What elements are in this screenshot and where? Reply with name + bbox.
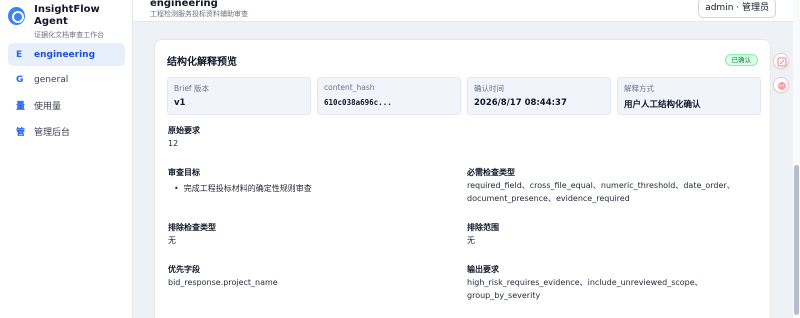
field-value: group_by_severity — [467, 291, 541, 300]
list-item: 完成工程投标材料的确定性规则审查 — [174, 183, 312, 195]
field-value: 无 — [467, 236, 475, 245]
sidebar-item-usage[interactable]: 量 使用量 — [8, 94, 125, 117]
interpretation-preview-card: 结构化解释预览 已确认 Brief 版本 v1 content_hash 610… — [154, 39, 771, 318]
sidebar-item-label: engineering — [34, 49, 96, 60]
sidebar-item-engineering[interactable]: E engineering — [8, 43, 125, 66]
field-value: 无 — [168, 236, 176, 245]
sidebar-item-admin[interactable]: 管 管理后台 — [8, 120, 125, 143]
field-output-requirements: 输出要求 high_risk_requires_evidence、include… — [467, 264, 703, 302]
nav-letter-icon: 量 — [16, 102, 26, 112]
field-label: 排除范围 — [467, 223, 499, 232]
status-badge: 已确认 — [724, 54, 758, 66]
review-goal-list: 完成工程投标材料的确定性规则审查 — [168, 183, 312, 195]
ai-assistant-icon — [778, 82, 786, 90]
field-value: bid_response.project_name — [168, 278, 278, 287]
brand-subtitle: 证据化文档审查工作台 — [34, 31, 105, 39]
meta-value: 2026/8/17 08:44:37 — [474, 98, 567, 108]
field-value: document_presence、evidence_required — [467, 194, 630, 203]
sidebar: InsightFlow Agent 证据化文档审查工作台 E engineeri… — [0, 0, 133, 318]
vertical-scrollbar[interactable] — [793, 0, 800, 318]
field-label: 原始要求 — [168, 126, 200, 135]
topbar: engineering 工程检测服务投标资料辅助审查 admin · 管理员 — [133, 0, 800, 22]
project-title: engineering — [150, 0, 218, 9]
field-label: 排除检查类型 — [168, 223, 216, 232]
field-original-request: 原始要求 12 — [168, 125, 200, 150]
field-label: 输出要求 — [467, 265, 499, 274]
logo-icon — [8, 7, 26, 25]
nav-letter-icon: G — [16, 75, 24, 85]
field-excluded-scope: 排除范围 无 — [467, 222, 499, 247]
meta-value: 用户人工结构化确认 — [624, 100, 701, 110]
sidebar-item-label: 管理后台 — [34, 127, 71, 138]
brand-title: InsightFlow Agent — [34, 4, 100, 27]
field-label: 必需检查类型 — [467, 168, 515, 177]
field-review-goal: 审查目标 完成工程投标材料的确定性规则审查 — [168, 167, 312, 195]
ai-assistant-button[interactable] — [773, 77, 789, 93]
meta-brief-version: Brief 版本 v1 — [167, 77, 311, 115]
brand[interactable]: InsightFlow Agent 证据化文档审查工作台 — [8, 4, 132, 40]
field-value: required_field、cross_file_equal、numeric_… — [467, 181, 735, 190]
card-title: 结构化解释预览 — [167, 57, 237, 68]
user-menu-button[interactable]: admin · 管理员 — [698, 0, 776, 18]
meta-label: content_hash — [324, 83, 375, 92]
meta-confirmed-time: 确认时间 2026/8/17 08:44:37 — [467, 77, 611, 115]
scrollbar-thumb[interactable] — [794, 165, 799, 315]
nav-letter-icon: E — [16, 49, 23, 60]
field-label: 优先字段 — [168, 265, 200, 274]
field-value: high_risk_requires_evidence、include_unre… — [467, 278, 703, 287]
field-value: 12 — [168, 139, 179, 148]
sidebar-nav: E engineering G general 量 使用量 管 管理后台 — [8, 43, 125, 145]
edit-tool-button[interactable] — [773, 53, 789, 69]
meta-value: v1 — [174, 98, 186, 108]
meta-label: Brief 版本 — [174, 84, 209, 93]
meta-label: 解释方式 — [624, 84, 654, 93]
sidebar-item-general[interactable]: G general — [8, 69, 125, 92]
nav-letter-icon: 管 — [16, 127, 26, 138]
meta-value: 610c038a696c... — [324, 98, 392, 107]
meta-label: 确认时间 — [474, 84, 504, 93]
meta-content-hash: content_hash 610c038a696c... — [317, 77, 461, 115]
field-label: 审查目标 — [168, 168, 200, 177]
field-excluded-checks: 排除检查类型 无 — [168, 222, 216, 247]
sidebar-item-label: 使用量 — [34, 102, 62, 112]
field-priority-fields: 优先字段 bid_response.project_name — [168, 264, 278, 289]
project-subtitle: 工程检测服务投标资料辅助审查 — [150, 10, 248, 18]
sidebar-item-label: general — [34, 75, 69, 85]
meta-interpretation-method: 解释方式 用户人工结构化确认 — [617, 77, 761, 115]
edit-icon — [777, 57, 787, 67]
field-required-checks: 必需检查类型 required_field、cross_file_equal、n… — [467, 167, 735, 205]
